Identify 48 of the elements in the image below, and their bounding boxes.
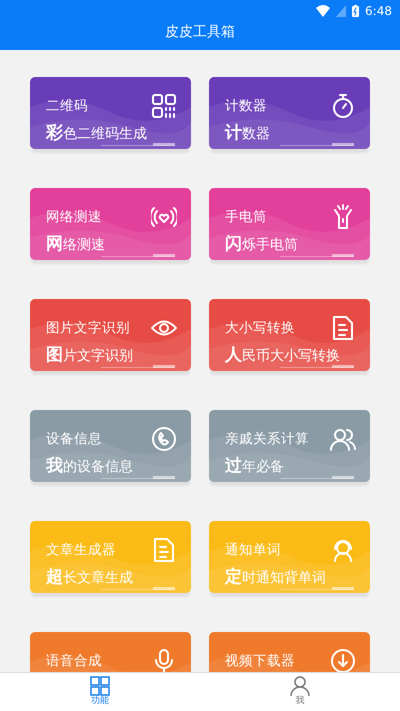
card-subtitle: 图片文字识别 <box>46 346 133 365</box>
nav-tab[interactable]: 我 <box>290 673 310 711</box>
card-subtitle: 彩色二维码生成 <box>46 124 147 143</box>
card-title: 网络测速 <box>46 208 102 226</box>
signal-icon <box>336 5 346 17</box>
card-title: 通知单词 <box>225 541 281 559</box>
card-title: 计数器 <box>225 97 267 115</box>
card-title: 文章生成器 <box>46 541 116 559</box>
card-subtitle: 闪烁手电筒 <box>225 235 298 254</box>
card-title: 视频下载器 <box>225 652 295 670</box>
card-title: 语音合成 <box>46 652 102 670</box>
card-subtitle: 过年必备 <box>225 457 284 476</box>
card-title: 大小写转换 <box>225 319 295 337</box>
qr-code-icon <box>151 93 177 119</box>
card-subtitle: 人民币大小写转换 <box>225 346 340 365</box>
battery-icon <box>352 5 360 17</box>
tool-card[interactable]: 网络测速 网络测速 <box>30 188 191 260</box>
card-title: 二维码 <box>46 97 88 115</box>
card-subtitle: 定时通知背单词 <box>225 568 326 587</box>
document-icon <box>330 315 356 341</box>
card-title: 亲戚关系计算 <box>225 430 309 448</box>
person-icon <box>290 676 310 696</box>
tool-card[interactable]: 二维码 彩色二维码生成 <box>30 77 191 149</box>
clock-time: 6:48 <box>365 4 392 18</box>
page-title: 皮皮工具箱 <box>165 23 235 42</box>
tool-card[interactable]: 设备信息 我的设备信息 <box>30 410 191 482</box>
phone-icon <box>151 426 177 452</box>
nav-tab[interactable]: 功能 <box>90 673 110 711</box>
heart-signal-icon <box>151 204 177 230</box>
grid-icon <box>90 676 110 696</box>
card-subtitle: 我的设备信息 <box>46 457 133 476</box>
tool-card[interactable]: 亲戚关系计算 过年必备 <box>209 410 370 482</box>
card-title: 设备信息 <box>46 430 102 448</box>
card-subtitle: 超长文章生成 <box>46 568 133 587</box>
tool-card[interactable]: 视频下载器 <box>209 632 370 672</box>
document-icon <box>151 537 177 563</box>
card-title: 手电筒 <box>225 208 267 226</box>
wifi-icon <box>316 5 330 17</box>
stopwatch-icon <box>330 93 356 119</box>
tool-card[interactable]: 大小写转换 人民币大小写转换 <box>209 299 370 371</box>
card-title: 图片文字识别 <box>46 319 130 337</box>
card-subtitle: 网络测速 <box>46 235 105 254</box>
tool-card[interactable]: 计数器 计数器 <box>209 77 370 149</box>
card-subtitle: 计数器 <box>225 124 270 143</box>
tool-card[interactable]: 语音合成 <box>30 632 191 672</box>
tool-card[interactable]: 图片文字识别 图片文字识别 <box>30 299 191 371</box>
tool-card[interactable]: 手电筒 闪烁手电筒 <box>209 188 370 260</box>
people-icon <box>330 426 356 452</box>
